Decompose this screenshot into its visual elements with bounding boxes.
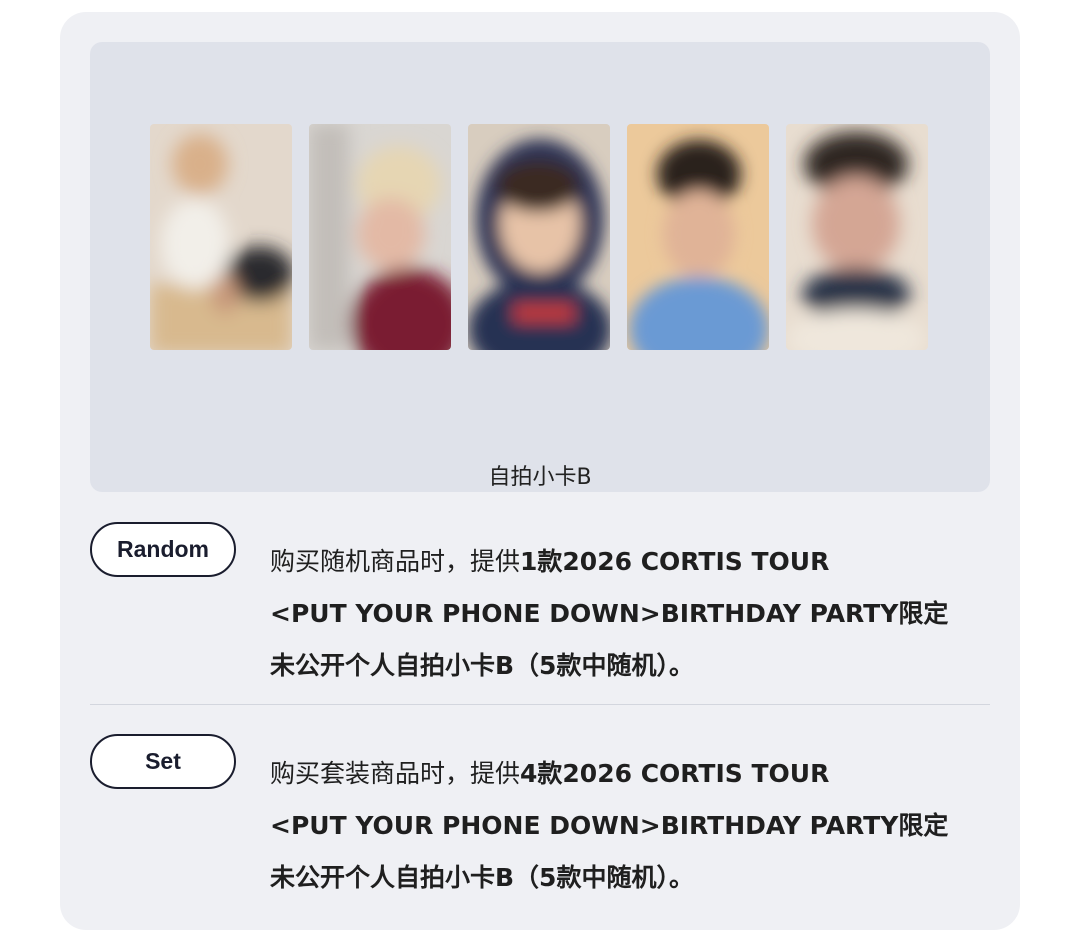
desc-bold-2: <PUT YOUR PHONE DOWN>BIRTHDAY PARTY限定 — [270, 811, 949, 840]
photocard-thumb-4[interactable] — [627, 124, 769, 350]
desc-bold-2: <PUT YOUR PHONE DOWN>BIRTHDAY PARTY限定 — [270, 599, 949, 628]
photocard-thumb-2[interactable] — [309, 124, 451, 350]
desc-lead: 购买套装商品时，提供 — [270, 759, 521, 788]
desc-line-3: 未公开个人自拍小卡B（5款中随机）。 — [270, 640, 990, 692]
photocard-image-icon — [468, 124, 610, 350]
desc-bold: 1款2026 CORTIS TOUR — [520, 547, 830, 576]
set-option-description: 购买套装商品时，提供4款2026 CORTIS TOUR <PUT YOUR P… — [270, 748, 990, 904]
page: 自拍小卡B Random 购买随机商品时，提供1款2026 CORTIS TOU… — [0, 0, 1080, 945]
desc-lead: 购买随机商品时，提供 — [270, 547, 521, 576]
photocard-image-icon — [627, 124, 769, 350]
row-divider — [90, 704, 990, 705]
photocard-thumb-5[interactable] — [786, 124, 928, 350]
desc-line-3: 未公开个人自拍小卡B（5款中随机）。 — [270, 852, 990, 904]
photocard-image-icon — [309, 124, 451, 350]
desc-line-1: 购买套装商品时，提供4款2026 CORTIS TOUR — [270, 748, 990, 800]
random-option-button[interactable]: Random — [90, 522, 236, 577]
photocard-image-icon — [786, 124, 928, 350]
photocard-thumb-3[interactable] — [468, 124, 610, 350]
photocard-gallery: 自拍小卡B — [90, 42, 990, 492]
photocard-thumbnails — [150, 124, 928, 350]
product-benefit-card: 自拍小卡B Random 购买随机商品时，提供1款2026 CORTIS TOU… — [60, 12, 1020, 930]
photocard-thumb-1[interactable] — [150, 124, 292, 350]
random-option-description: 购买随机商品时，提供1款2026 CORTIS TOUR <PUT YOUR P… — [270, 536, 990, 692]
desc-bold-3: 未公开个人自拍小卡B（5款中随机）。 — [270, 651, 694, 680]
gallery-caption: 自拍小卡B — [488, 465, 592, 490]
desc-bold: 4款2026 CORTIS TOUR — [520, 759, 830, 788]
set-option-button[interactable]: Set — [90, 734, 236, 789]
desc-bold-3: 未公开个人自拍小卡B（5款中随机）。 — [270, 863, 694, 892]
photocard-image-icon — [150, 124, 292, 350]
desc-line-2: <PUT YOUR PHONE DOWN>BIRTHDAY PARTY限定 — [270, 588, 990, 640]
desc-line-1: 购买随机商品时，提供1款2026 CORTIS TOUR — [270, 536, 990, 588]
desc-line-2: <PUT YOUR PHONE DOWN>BIRTHDAY PARTY限定 — [270, 800, 990, 852]
